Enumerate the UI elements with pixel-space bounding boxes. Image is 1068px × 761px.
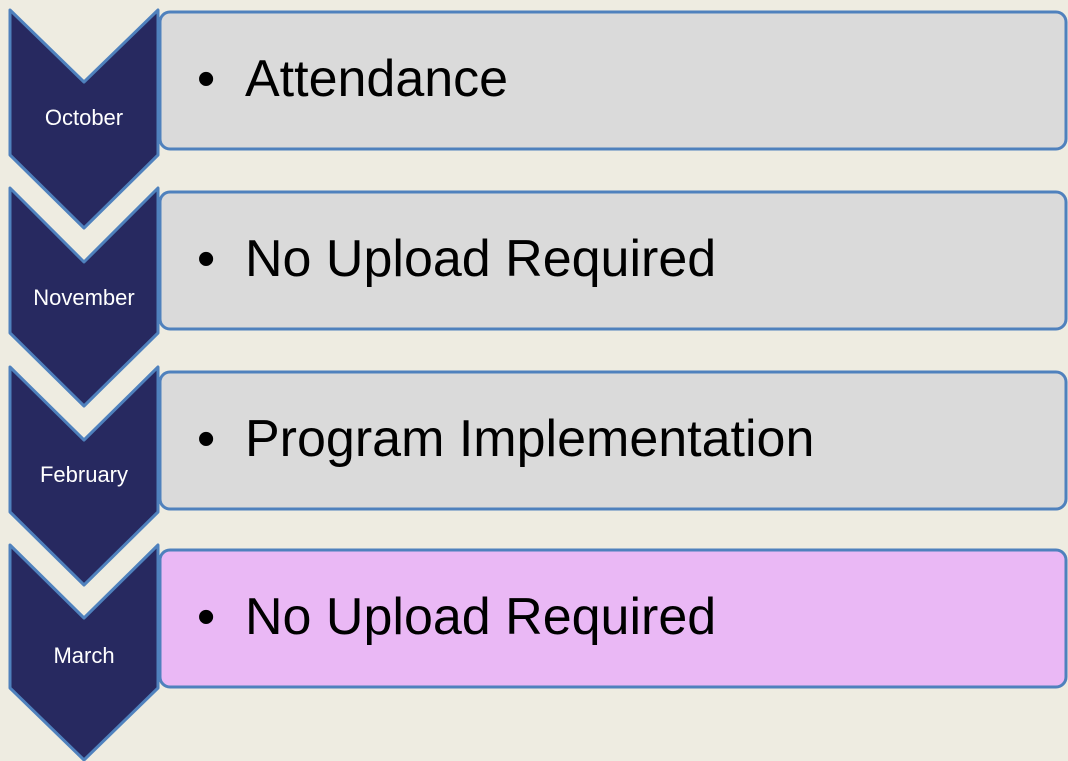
item-text: Program Implementation bbox=[245, 410, 814, 468]
item-text: No Upload Required bbox=[245, 230, 716, 288]
month-label: March bbox=[53, 643, 114, 668]
month-label: October bbox=[45, 105, 123, 130]
item-text: Attendance bbox=[245, 50, 508, 108]
timeline-step: March • No Upload Required bbox=[8, 543, 1068, 761]
item-bullet: • bbox=[197, 230, 215, 288]
item-bullet: • bbox=[197, 50, 215, 108]
item-bullet: • bbox=[197, 410, 215, 468]
item-bullet: • bbox=[197, 588, 215, 646]
month-label: February bbox=[40, 462, 128, 487]
item-text: No Upload Required bbox=[245, 588, 716, 646]
month-label: November bbox=[33, 285, 134, 310]
timeline-diagram: October • Attendance November • No Uploa… bbox=[8, 8, 1068, 761]
